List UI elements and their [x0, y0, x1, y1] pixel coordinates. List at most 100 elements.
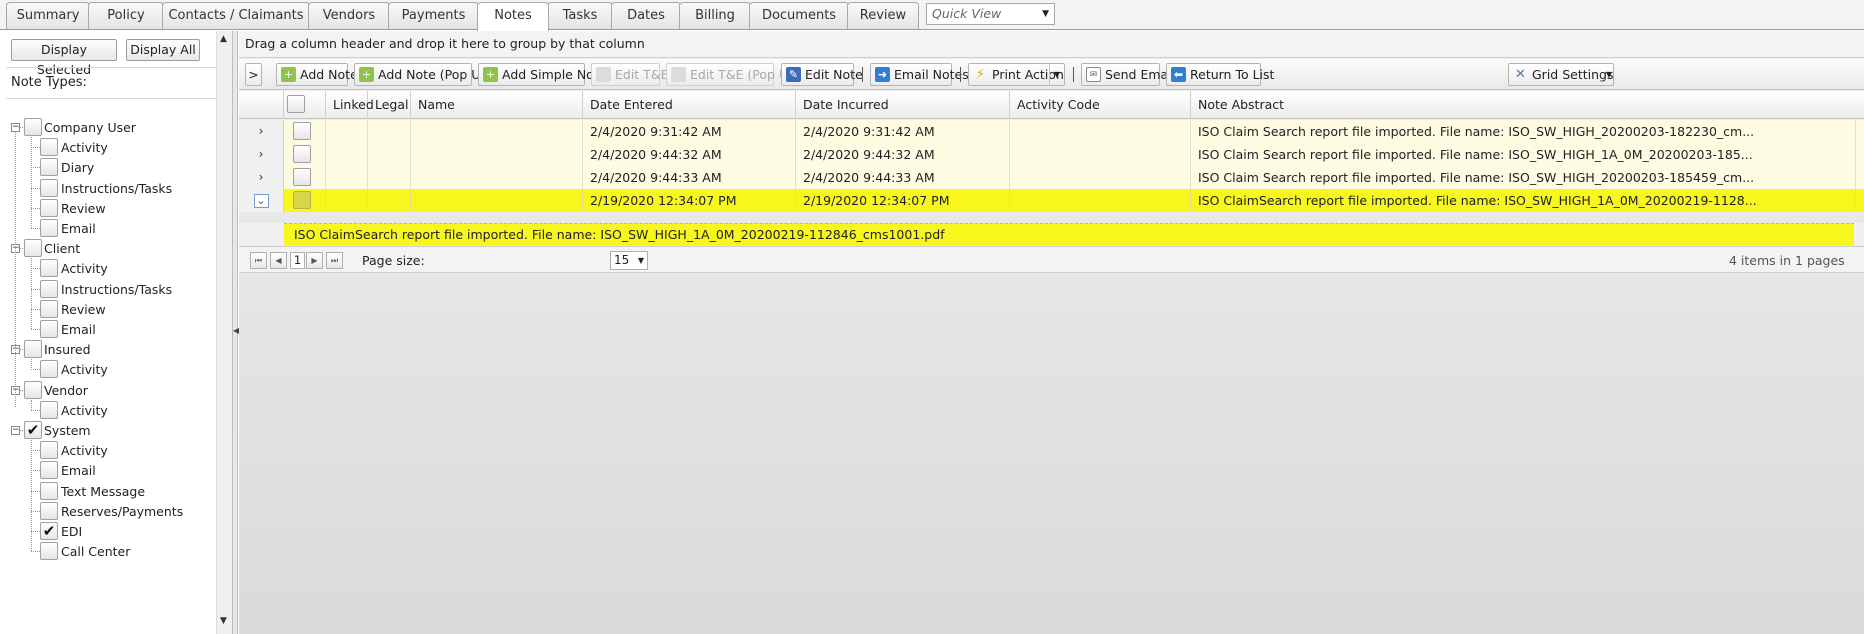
- collapse-icon[interactable]: −: [11, 426, 20, 435]
- tab-summary[interactable]: Summary: [6, 2, 90, 29]
- column-header-linked[interactable]: Linked: [326, 91, 374, 119]
- tab-review[interactable]: Review: [847, 2, 919, 29]
- row-checkbox[interactable]: [293, 168, 311, 186]
- item-checkbox[interactable]: [40, 219, 58, 237]
- wrench-icon: ✕: [1515, 67, 1526, 82]
- item-checkbox[interactable]: [40, 179, 58, 197]
- cell-date-incurred: 2/4/2020 9:44:32 AM: [796, 143, 1010, 166]
- divider: [6, 67, 216, 68]
- divider: [6, 98, 216, 99]
- group-by-area[interactable]: Drag a column header and drop it here to…: [239, 31, 1864, 58]
- table-row[interactable]: ⌄ 2/19/2020 12:34:07 PM 2/19/2020 12:34:07…: [239, 189, 1864, 212]
- quick-view-placeholder: Quick View: [932, 6, 1002, 21]
- expand-row-icon[interactable]: ›: [239, 143, 284, 166]
- group-label: System: [44, 423, 91, 438]
- edit-note-icon: ✎: [786, 67, 801, 82]
- group-checkbox[interactable]: [24, 239, 42, 257]
- display-selected-button[interactable]: Display Selected: [11, 39, 117, 77]
- tab-notes[interactable]: Notes: [477, 2, 549, 31]
- item-checkbox[interactable]: [40, 158, 58, 176]
- tab-billing[interactable]: Billing: [679, 2, 751, 29]
- tab-vendors[interactable]: Vendors: [308, 2, 390, 29]
- tab-contacts-claimants[interactable]: Contacts / Claimants: [162, 2, 310, 29]
- row-checkbox[interactable]: [293, 145, 311, 163]
- group-checkbox[interactable]: ✔: [24, 421, 42, 439]
- item-checkbox[interactable]: [40, 461, 58, 479]
- chevron-down-icon[interactable]: ▼: [1049, 64, 1064, 85]
- tab-payments[interactable]: Payments: [388, 2, 479, 29]
- email-notes-button[interactable]: ➜ Email Notes: [870, 63, 969, 86]
- item-checkbox[interactable]: [40, 360, 58, 378]
- item-checkbox[interactable]: [40, 542, 58, 560]
- item-checkbox[interactable]: [40, 320, 58, 338]
- expand-row-icon[interactable]: ›: [239, 166, 284, 189]
- row-checkbox[interactable]: [293, 122, 311, 140]
- select-all-header: [284, 91, 326, 119]
- send-email-button[interactable]: ✉ Send Email: [1081, 63, 1175, 86]
- grid-settings-button[interactable]: ✕ Grid Settings ▼: [1508, 63, 1614, 86]
- item-checkbox[interactable]: [40, 441, 58, 459]
- tree-item: Reserves/Payments: [0, 501, 214, 523]
- item-checkbox[interactable]: [40, 280, 58, 298]
- chevron-down-icon[interactable]: ▼: [1606, 64, 1612, 85]
- item-checkbox[interactable]: ✔: [40, 522, 58, 540]
- edit-te-popup-button[interactable]: Edit T&E (Pop Up): [666, 63, 801, 86]
- item-checkbox[interactable]: [40, 300, 58, 318]
- group-checkbox[interactable]: [24, 381, 42, 399]
- cell-activity-code: [1010, 120, 1191, 143]
- column-header-activity-code[interactable]: Activity Code: [1010, 91, 1191, 119]
- item-checkbox[interactable]: [40, 401, 58, 419]
- column-header-note-abstract[interactable]: Note Abstract: [1191, 91, 1864, 119]
- print-action-button[interactable]: ⚡ Print Action ▼: [968, 63, 1065, 86]
- tab-tasks[interactable]: Tasks: [547, 2, 613, 29]
- item-label: Instructions/Tasks: [61, 181, 173, 196]
- column-header-date-entered[interactable]: Date Entered: [583, 91, 796, 119]
- tree-item: Email: [0, 460, 214, 482]
- cell-name: [411, 189, 583, 212]
- table-row[interactable]: › 2/4/2020 9:31:42 AM 2/4/2020 9:31:42 AM I…: [239, 120, 1864, 143]
- next-page-icon[interactable]: ▶: [306, 252, 323, 269]
- item-checkbox[interactable]: [40, 502, 58, 520]
- prev-page-icon[interactable]: ◀: [270, 252, 287, 269]
- scroll-down-icon[interactable]: ▼: [220, 616, 227, 626]
- item-label: Email: [61, 463, 96, 478]
- add-note-popup-button[interactable]: + Add Note (Pop Up): [354, 63, 493, 86]
- group-checkbox[interactable]: [24, 118, 42, 136]
- expanded-detail-row: ISO ClaimSearch report file imported. Fi…: [239, 223, 1864, 245]
- item-checkbox[interactable]: [40, 259, 58, 277]
- return-to-list-button[interactable]: ⬅ Return To List: [1166, 63, 1274, 86]
- scroll-up-icon[interactable]: ▲: [220, 34, 227, 44]
- item-checkbox[interactable]: [40, 482, 58, 500]
- column-header-legal[interactable]: Legal: [368, 91, 411, 119]
- first-page-icon[interactable]: ⏮: [250, 252, 267, 269]
- item-checkbox[interactable]: [40, 199, 58, 217]
- row-checkbox[interactable]: [293, 191, 311, 209]
- last-page-icon[interactable]: ⏭: [326, 252, 343, 269]
- cell-linked: [326, 166, 368, 189]
- tab-policy[interactable]: Policy: [88, 2, 164, 29]
- tab-documents[interactable]: Documents: [749, 2, 849, 29]
- column-header-name[interactable]: Name: [411, 91, 583, 119]
- quick-view-select[interactable]: Quick View ▼: [926, 3, 1055, 25]
- row-select-cell: [284, 120, 326, 143]
- group-checkbox[interactable]: [24, 340, 42, 358]
- toggle-panel-button[interactable]: >: [245, 63, 262, 86]
- collapse-row-icon[interactable]: ⌄: [239, 189, 284, 212]
- tab-dates[interactable]: Dates: [611, 2, 681, 29]
- edit-note-button[interactable]: ✎ Edit Note: [781, 63, 863, 86]
- expand-row-icon[interactable]: ›: [239, 120, 284, 143]
- add-note-button[interactable]: + Add Note: [276, 63, 358, 86]
- item-checkbox[interactable]: [40, 138, 58, 156]
- add-simple-note-button[interactable]: + Add Simple Note: [478, 63, 606, 86]
- display-all-button[interactable]: Display All: [126, 39, 200, 61]
- column-header-date-incurred[interactable]: Date Incurred: [796, 91, 1010, 119]
- current-page-input[interactable]: 1: [290, 252, 305, 269]
- table-row[interactable]: › 2/4/2020 9:44:33 AM 2/4/2020 9:44:33 AM I…: [239, 166, 1864, 189]
- panel-splitter[interactable]: ◀: [232, 31, 239, 634]
- table-row[interactable]: › 2/4/2020 9:44:32 AM 2/4/2020 9:44:32 AM I…: [239, 143, 1864, 166]
- select-all-checkbox[interactable]: [287, 95, 305, 113]
- edit-te-button[interactable]: Edit T&E: [591, 63, 668, 86]
- page-size-select[interactable]: 15 ▼: [610, 251, 648, 270]
- tree-item: Review: [0, 198, 214, 220]
- vertical-scrollbar[interactable]: ▲ ▼: [216, 31, 232, 634]
